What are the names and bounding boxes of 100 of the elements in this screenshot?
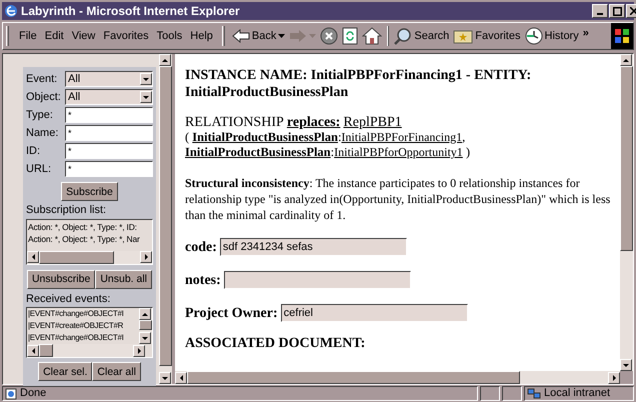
windows-flag-icon xyxy=(614,28,630,44)
clear-all-button[interactable]: Clear all xyxy=(92,362,141,381)
zone-text: Local intranet xyxy=(544,386,610,402)
scroll-up-button[interactable] xyxy=(139,308,151,320)
entity-link[interactable]: InitialProductBusinessPlan xyxy=(185,145,331,159)
close-icon xyxy=(630,7,636,15)
scroll-thumb[interactable] xyxy=(187,371,520,384)
scroll-thumb[interactable] xyxy=(39,344,53,357)
history-button[interactable]: History xyxy=(522,25,581,47)
dropdown-button[interactable] xyxy=(140,73,152,85)
input-field[interactable]: cefriel xyxy=(280,304,468,322)
home-icon xyxy=(362,27,382,45)
dropdown-button[interactable] xyxy=(140,91,152,103)
instance-link[interactable]: InitialPBPForFinancing1 xyxy=(341,130,462,144)
dropdown[interactable]: All xyxy=(65,89,153,105)
list-item[interactable]: Action: *, Object: *, Type: *, ID: xyxy=(28,220,151,232)
stop-button[interactable] xyxy=(318,25,340,47)
horizontal-scrollbar[interactable] xyxy=(27,250,152,264)
dropdown-caret-icon xyxy=(278,34,286,38)
down-arrow-icon xyxy=(142,336,148,340)
maximize-button[interactable] xyxy=(609,4,625,18)
dropdown-value: All xyxy=(68,90,82,105)
subscription-list[interactable]: Action: *, Object: *, Type: *, ID: Action: *, Object: *, Type: *, Nar xyxy=(26,218,153,264)
punctuation: ) xyxy=(464,145,470,159)
clock-icon xyxy=(524,27,542,45)
menu-item[interactable]: File xyxy=(15,28,41,44)
menu-item[interactable]: Favorites xyxy=(99,28,153,44)
scroll-up-button[interactable] xyxy=(159,54,171,66)
scroll-up-button[interactable] xyxy=(620,54,632,66)
scroll-left-button[interactable] xyxy=(27,344,39,356)
field-label: Type: xyxy=(26,108,54,123)
subscribe-button[interactable]: Subscribe xyxy=(61,182,118,201)
list-item[interactable]: |EVENT#change#OBJECT#I xyxy=(28,332,138,344)
favorites-button[interactable]: Favorites xyxy=(451,25,522,47)
scroll-down-button[interactable] xyxy=(159,372,171,384)
scroll-left-button[interactable] xyxy=(27,251,39,263)
minimize-icon xyxy=(597,13,603,15)
input-field[interactable]: sdf 2341234 sefas xyxy=(220,238,407,256)
relationship-link[interactable]: ReplPBP1 xyxy=(343,115,402,130)
search-button[interactable]: Search xyxy=(392,25,452,47)
down-arrow-icon xyxy=(143,78,149,80)
right-arrow-icon xyxy=(138,348,140,354)
list-item[interactable]: |EVENT#change#OBJECT#I xyxy=(28,308,138,320)
scroll-thumb[interactable] xyxy=(620,66,633,251)
clear-selected-button[interactable]: Clear sel. xyxy=(38,362,92,381)
received-events-list[interactable]: |EVENT#change#OBJECT#I |EVENT#create#OBJECT#R |EVENT#change#OBJECT#I xyxy=(26,307,153,358)
scroll-left-button[interactable] xyxy=(175,372,187,384)
subscription-list-label: Subscription list: xyxy=(26,203,108,218)
input-field[interactable]: * xyxy=(65,125,153,141)
more-chevron[interactable]: » xyxy=(582,24,589,42)
down-arrow-icon xyxy=(623,364,629,366)
home-button[interactable] xyxy=(360,25,384,47)
maximize-icon xyxy=(612,6,622,16)
back-arrow-icon xyxy=(232,29,250,43)
status-text: Done xyxy=(20,386,46,402)
relationship-label: RELATIONSHIP xyxy=(185,115,284,130)
dropdown[interactable]: All xyxy=(65,71,153,87)
open-parenthesis: ( xyxy=(185,130,190,144)
scroll-thumb[interactable] xyxy=(139,320,152,330)
role-link[interactable]: replaces: xyxy=(286,115,340,130)
window-title: Labyrinth - Microsoft Internet Explorer xyxy=(21,3,241,20)
separator: : xyxy=(338,130,342,144)
scroll-down-button[interactable] xyxy=(139,332,151,344)
minimize-button[interactable] xyxy=(592,4,608,18)
input-field[interactable]: * xyxy=(65,107,153,123)
menu-item[interactable]: Edit xyxy=(40,28,68,44)
vertical-scrollbar[interactable] xyxy=(620,54,633,371)
menu-item[interactable]: Tools xyxy=(152,28,186,44)
horizontal-scrollbar[interactable] xyxy=(175,371,620,384)
scroll-thumb[interactable] xyxy=(39,250,114,264)
search-icon xyxy=(394,27,412,45)
scroll-right-button[interactable] xyxy=(608,372,620,384)
horizontal-scrollbar[interactable] xyxy=(27,344,145,357)
list-item[interactable]: Action: *, Object: *, Type: *, Nar xyxy=(28,232,151,244)
list-item[interactable]: |EVENT#create#OBJECT#R xyxy=(28,320,138,332)
entity-link[interactable]: InitialProductBusinessPlan xyxy=(192,130,338,144)
instance-heading: INSTANCE NAME: InitialPBPForFinancing1 - ENTITY: InitialProductBusinessPlan xyxy=(185,67,532,101)
unsubscribe-button[interactable]: Unsubscribe xyxy=(26,270,96,288)
scrollbar-corner xyxy=(620,371,633,384)
input-field[interactable] xyxy=(224,271,411,289)
scroll-right-button[interactable] xyxy=(133,344,145,356)
right-arrow-icon xyxy=(144,254,148,260)
field-label: URL: xyxy=(26,162,52,177)
forward-arrow-icon xyxy=(289,29,308,43)
field-label: Object: xyxy=(26,90,62,105)
vertical-scrollbar[interactable] xyxy=(139,308,152,344)
up-arrow-icon xyxy=(162,58,168,62)
unsubscribe-all-button[interactable]: Unsub. all xyxy=(95,270,152,288)
menu-item[interactable]: View xyxy=(68,28,100,44)
input-field[interactable]: * xyxy=(65,143,153,159)
instance-link[interactable]: InitialPBPforOpportunity1 xyxy=(334,145,463,159)
field-label: Event: xyxy=(26,72,58,87)
scroll-down-button[interactable] xyxy=(620,359,632,371)
refresh-button[interactable] xyxy=(340,25,360,47)
scroll-right-button[interactable] xyxy=(140,251,152,263)
back-button[interactable]: Back xyxy=(230,25,288,47)
input-field[interactable]: * xyxy=(65,161,153,177)
field-label: Name: xyxy=(26,126,60,141)
menu-item[interactable]: Help xyxy=(186,28,217,44)
up-arrow-icon xyxy=(142,312,148,316)
